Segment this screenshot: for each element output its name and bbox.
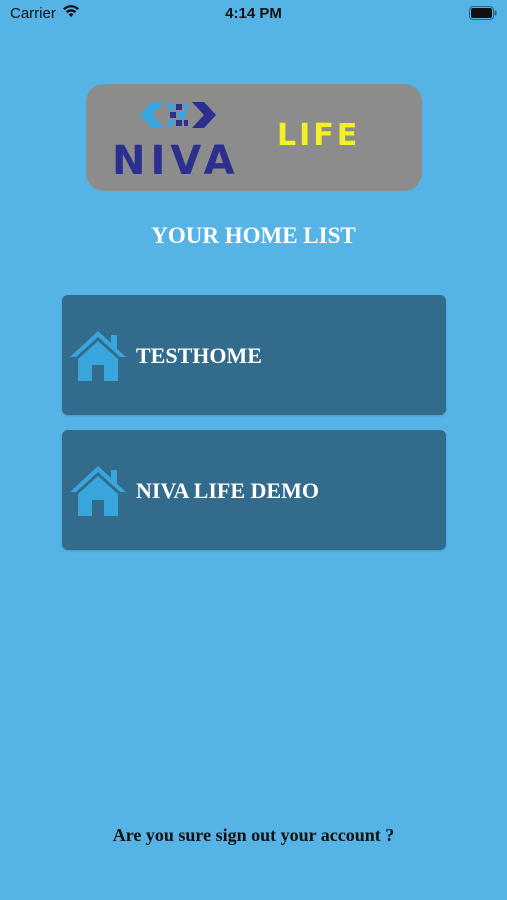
battery-icon	[469, 6, 497, 24]
niva-logo-mark-icon	[138, 96, 218, 139]
page-title: YOUR HOME LIST	[151, 223, 356, 248]
house-icon	[68, 464, 128, 523]
home-name-label: NIVA LIFE DEMO	[136, 478, 319, 503]
niva-life-logo: NIVA LIFE	[86, 84, 422, 191]
home-card-testhome[interactable]: TESTHOME	[62, 295, 446, 415]
logo-suffix-text: LIFE	[277, 118, 361, 153]
logo-brand-text: NIVA	[112, 138, 240, 184]
house-icon	[68, 329, 128, 388]
home-name-label: TESTHOME	[136, 343, 262, 368]
home-card-niva-life-demo[interactable]: NIVA LIFE DEMO	[62, 430, 446, 550]
sign-out-link[interactable]: Are you sure sign out your account ?	[0, 825, 507, 846]
clock: 4:14 PM	[225, 5, 282, 22]
status-bar: Carrier 4:14 PM	[0, 0, 507, 28]
